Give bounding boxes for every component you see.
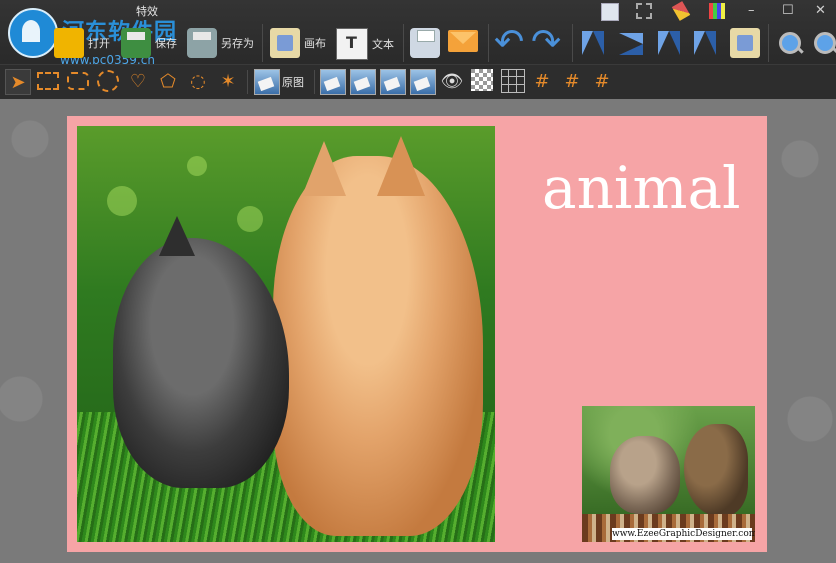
red-eye-icon: 👁 <box>440 70 464 92</box>
undo-icon <box>494 22 524 63</box>
save-as-label: 另存为 <box>221 37 254 50</box>
grid-icon[interactable] <box>501 69 525 93</box>
save-as-icon <box>187 28 217 58</box>
hash-tool-2[interactable]: # <box>560 69 584 93</box>
toolbar-separator <box>403 24 404 62</box>
rounded-rect-select-tool[interactable] <box>66 69 90 93</box>
text-button[interactable]: 文本 <box>336 28 394 60</box>
hash-tool-1[interactable]: # <box>530 69 554 93</box>
minimize-button[interactable]: – <box>748 3 755 18</box>
heart-select-tool[interactable]: ♡ <box>126 69 150 93</box>
squirrel-photo[interactable]: www.EzeeGraphicDesigner.com <box>582 406 755 542</box>
fullscreen-icon[interactable] <box>636 3 652 19</box>
effect-1-icon[interactable] <box>320 69 346 95</box>
canvas-icon <box>270 28 300 58</box>
original-image-icon[interactable] <box>254 69 280 95</box>
flip-horizontal-icon <box>616 28 646 58</box>
window-title: 特效 <box>136 5 158 18</box>
orange-kitten <box>273 156 483 536</box>
polygon-select-tool[interactable]: ⬠ <box>156 69 180 93</box>
rotate-left-button[interactable] <box>654 28 684 58</box>
effect-3-icon[interactable] <box>380 69 406 95</box>
lasso-select-tool[interactable]: ◌ <box>186 69 210 93</box>
mail-button[interactable] <box>448 30 478 52</box>
transparency-icon[interactable] <box>471 69 493 91</box>
red-eye-tool[interactable]: 👁 <box>440 69 464 93</box>
hash-tool-3[interactable]: # <box>590 69 614 93</box>
text-icon <box>336 28 368 60</box>
gray-kitten <box>113 238 289 488</box>
rect-select-tool[interactable] <box>36 69 60 93</box>
redo-icon <box>531 22 561 63</box>
document-icon[interactable] <box>601 3 619 21</box>
magic-wand-tool[interactable]: ✶ <box>216 69 240 93</box>
folder-icon <box>54 28 84 58</box>
zoom-in-icon <box>775 28 805 58</box>
palette-icon[interactable] <box>709 3 725 19</box>
ellipse-select-icon <box>97 70 119 92</box>
canvas-title-text[interactable]: animal <box>542 155 741 221</box>
zoom-out-button[interactable] <box>810 28 836 58</box>
rotate-right-icon <box>690 28 720 58</box>
crop-icon <box>730 28 760 58</box>
close-button[interactable]: ✕ <box>815 3 826 18</box>
open-label: 打开 <box>88 37 110 50</box>
flip-vertical-button[interactable] <box>578 28 608 58</box>
heart-select-icon: ♡ <box>129 70 147 92</box>
rotate-left-icon <box>654 28 684 58</box>
open-button[interactable]: 打开 <box>54 28 110 58</box>
flip-horizontal-button[interactable] <box>616 28 646 58</box>
hash-icon: # <box>594 70 610 92</box>
maximize-button[interactable]: ☐ <box>782 3 794 18</box>
magic-wand-icon: ✶ <box>220 70 236 92</box>
effect-2-icon[interactable] <box>350 69 376 95</box>
kittens-photo[interactable] <box>77 126 495 542</box>
hash-icon: # <box>534 70 550 92</box>
rotate-right-button[interactable] <box>690 28 720 58</box>
toolbar-separator <box>488 24 489 62</box>
zoom-out-icon <box>810 28 836 58</box>
print-button[interactable] <box>410 28 440 58</box>
save-icon <box>121 28 151 58</box>
print-icon <box>410 28 440 58</box>
crop-button[interactable] <box>730 28 760 58</box>
canvas-button[interactable]: 画布 <box>270 28 326 58</box>
toolbar-separator <box>314 70 315 94</box>
hash-icon: # <box>564 70 580 92</box>
lasso-select-icon: ◌ <box>190 70 206 92</box>
pointer-icon: ➤ <box>10 71 26 93</box>
pointer-tool[interactable]: ➤ <box>5 69 31 95</box>
photo-caption: www.EzeeGraphicDesigner.com <box>612 528 755 540</box>
ellipse-select-tool[interactable] <box>96 69 120 93</box>
save-as-button[interactable]: 另存为 <box>187 28 254 58</box>
rounded-rect-select-icon <box>67 72 89 90</box>
undo-button[interactable] <box>494 22 524 63</box>
toolbar-separator <box>768 24 769 62</box>
canvas-label: 画布 <box>304 37 326 50</box>
polygon-select-icon: ⬠ <box>160 70 176 92</box>
redo-button[interactable] <box>531 22 561 63</box>
zoom-in-button[interactable] <box>775 28 805 58</box>
flip-vertical-icon <box>578 28 608 58</box>
original-label[interactable]: 原图 <box>282 74 304 90</box>
toolbar-separator <box>262 24 263 62</box>
toolbar-separator <box>247 70 248 94</box>
effect-4-icon[interactable] <box>410 69 436 95</box>
toolbar-separator <box>572 24 573 62</box>
text-label: 文本 <box>372 38 394 51</box>
save-label: 保存 <box>155 37 177 50</box>
rect-select-icon <box>37 72 59 90</box>
save-button[interactable]: 保存 <box>121 28 177 58</box>
mail-icon <box>448 30 478 52</box>
